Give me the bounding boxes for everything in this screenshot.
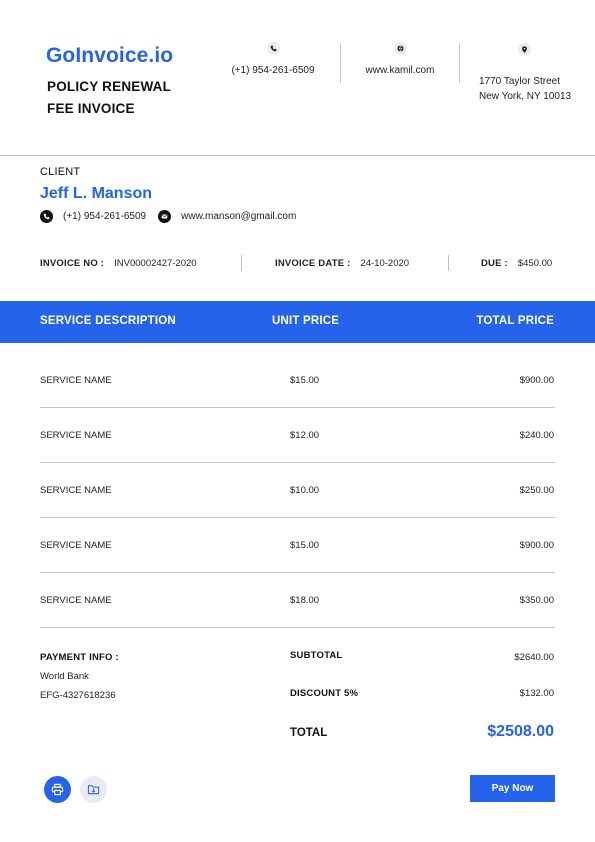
divider [241, 255, 242, 271]
folder-download-icon [87, 785, 100, 795]
invoice-date: 24-10-2020 [360, 258, 410, 269]
row-divider [40, 462, 555, 463]
address-line-1: 1770 Taylor Street [479, 76, 560, 87]
phone-icon [266, 42, 280, 55]
location-pin-icon [518, 43, 531, 56]
due-label: DUE : [481, 258, 508, 269]
invoice-title-line2: FEE INVOICE [47, 101, 135, 116]
total-label: TOTAL [290, 727, 328, 739]
invoice-date-field: INVOICE DATE : 24-10-2020 [275, 258, 409, 269]
discount-label: DISCOUNT 5% [290, 688, 359, 699]
row-2-service: SERVICE NAME [40, 430, 112, 441]
phone-icon [40, 210, 53, 223]
download-button[interactable] [80, 776, 107, 803]
column-header-total-price: TOTAL PRICE [476, 315, 554, 327]
divider [340, 43, 341, 83]
subtotal-label: SUBTOTAL [290, 650, 343, 661]
company-website[interactable]: www.kamil.com [350, 65, 450, 76]
row-5-total-price: $350.00 [519, 595, 554, 606]
client-name: Jeff L. Manson [40, 185, 153, 202]
invoice-number-field: INVOICE NO : INV00002427-2020 [40, 258, 197, 269]
pay-now-button[interactable]: Pay Now [470, 775, 555, 802]
row-divider [40, 572, 555, 573]
row-1-total-price: $900.00 [519, 375, 554, 386]
client-phone: (+1) 954-261-6509 [63, 211, 147, 222]
discount-value: $132.00 [519, 688, 554, 699]
row-3-total-price: $250.00 [519, 485, 554, 496]
client-contact-row: (+1) 954-261-6509 www.manson@gmail.com [40, 210, 296, 223]
header-divider [0, 155, 595, 156]
invoice-title-line1: POLICY RENEWAL [47, 79, 172, 94]
print-button[interactable] [44, 776, 71, 803]
globe-icon [393, 42, 407, 55]
total-value: $2508.00 [487, 723, 554, 740]
brand-logo: GoInvoice.io [46, 44, 174, 67]
printer-icon [51, 783, 64, 796]
payment-info-label: PAYMENT INFO : [40, 652, 119, 663]
invoice-number: INV00002427-2020 [114, 258, 197, 269]
payment-bank: World Bank [40, 671, 89, 682]
row-2-total-price: $240.00 [519, 430, 554, 441]
client-label: CLIENT [40, 166, 81, 178]
row-1-service: SERVICE NAME [40, 375, 112, 386]
column-header-unit-price: UNIT PRICE [272, 315, 340, 327]
due-amount: $450.00 [517, 258, 553, 269]
client-email[interactable]: www.manson@gmail.com [181, 211, 296, 222]
invoice-title: POLICY RENEWAL FEE INVOICE [47, 76, 187, 120]
company-website-block: www.kamil.com [350, 42, 450, 76]
company-address: 1770 Taylor Street New York, NY 10013 [479, 74, 571, 104]
row-2-unit-price: $12.00 [290, 430, 320, 441]
row-divider [40, 517, 555, 518]
row-1-unit-price: $15.00 [290, 375, 320, 386]
payment-account: EFG-4327618236 [40, 690, 116, 701]
divider [459, 43, 460, 83]
row-5-service: SERVICE NAME [40, 595, 112, 606]
invoice-number-label: INVOICE NO : [40, 258, 105, 269]
company-phone-block: (+1) 954-261-6509 [222, 42, 324, 76]
address-line-2: New York, NY 10013 [479, 91, 572, 102]
row-4-total-price: $900.00 [519, 540, 554, 551]
row-3-unit-price: $10.00 [290, 485, 320, 496]
subtotal-value: $2640.00 [514, 652, 554, 663]
divider [448, 255, 449, 271]
due-field: DUE : $450.00 [481, 258, 552, 269]
row-3-service: SERVICE NAME [40, 485, 112, 496]
row-divider [40, 627, 555, 628]
row-5-unit-price: $18.00 [290, 595, 320, 606]
column-header-description: SERVICE DESCRIPTION [40, 315, 176, 327]
company-phone: (+1) 954-261-6509 [231, 65, 315, 76]
mail-icon [158, 210, 172, 223]
row-divider [40, 407, 555, 408]
row-4-service: SERVICE NAME [40, 540, 112, 551]
invoice-date-label: INVOICE DATE : [275, 258, 351, 269]
row-4-unit-price: $15.00 [290, 540, 320, 551]
